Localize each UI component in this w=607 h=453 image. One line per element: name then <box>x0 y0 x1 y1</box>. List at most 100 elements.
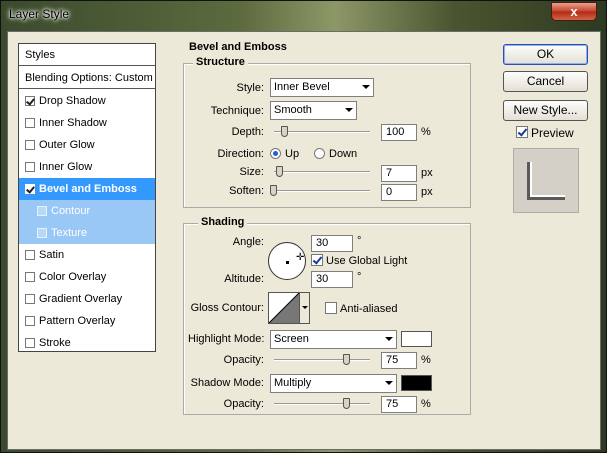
soften-slider-track[interactable] <box>274 190 370 192</box>
angle-dial[interactable]: ✛ <box>268 242 306 280</box>
dialog-body: Styles Blending Options: Custom Drop Sha… <box>7 31 601 450</box>
angle-label: Angle: <box>232 236 264 248</box>
highlight-opacity-input[interactable]: 75 <box>381 352 417 369</box>
style-item-label: Gradient Overlay <box>39 293 123 305</box>
style-item-stroke[interactable]: Stroke <box>19 332 155 354</box>
section-title: Bevel and Emboss <box>189 41 287 53</box>
depth-slider-track[interactable] <box>274 131 370 133</box>
style-item-label: Drop Shadow <box>39 95 106 107</box>
style-item-label: Texture <box>51 227 88 239</box>
style-item-label: Stroke <box>39 337 71 349</box>
angle-dial-center <box>286 261 289 264</box>
style-item-checkbox[interactable] <box>37 228 47 238</box>
style-item-checkbox[interactable] <box>25 162 35 172</box>
gloss-contour-dropdown[interactable] <box>299 292 310 324</box>
style-item-contour[interactable]: Contour <box>19 200 155 222</box>
shadow-opacity-track[interactable] <box>274 403 370 405</box>
preview-checkbox[interactable] <box>516 126 528 138</box>
shadow-opacity-label: Opacity: <box>223 398 264 410</box>
direction-up-radio[interactable] <box>270 148 281 159</box>
structure-title: Structure <box>193 56 248 68</box>
size-slider-thumb[interactable] <box>276 166 283 177</box>
style-item-color-overlay[interactable]: Color Overlay <box>19 266 155 288</box>
size-label: Size: <box>239 166 264 178</box>
anti-aliased-label: Anti-aliased <box>340 303 398 315</box>
style-item-label: Contour <box>51 205 91 217</box>
highlight-opacity-track[interactable] <box>274 359 370 361</box>
angle-input[interactable]: 30 <box>311 235 353 252</box>
angle-unit: ° <box>357 235 362 247</box>
soften-slider-thumb[interactable] <box>270 185 277 196</box>
style-item-label: Bevel and Emboss <box>39 183 137 195</box>
style-label: Style: <box>236 82 264 94</box>
soften-input[interactable]: 0 <box>381 184 417 201</box>
window-title: Layer Style <box>9 7 70 21</box>
size-unit: px <box>421 167 433 179</box>
chevron-down-icon <box>362 85 370 89</box>
style-item-texture[interactable]: Texture <box>19 222 155 244</box>
highlight-mode-select[interactable]: Screen <box>270 330 397 349</box>
crosshair-icon: ✛ <box>296 252 305 263</box>
style-item-drop-shadow[interactable]: Drop Shadow <box>19 90 155 112</box>
new-style-button[interactable]: New Style... <box>503 100 588 121</box>
direction-label: Direction: <box>217 148 264 160</box>
shadow-opacity-input[interactable]: 75 <box>381 396 417 413</box>
style-select[interactable]: Inner Bevel <box>270 78 374 97</box>
highlight-mode-value: Screen <box>274 333 309 345</box>
style-item-checkbox[interactable] <box>25 316 35 326</box>
anti-aliased-checkbox[interactable] <box>325 302 337 314</box>
direction-down-radio[interactable] <box>314 148 325 159</box>
direction-up-label: Up <box>285 148 300 160</box>
style-item-label: Outer Glow <box>39 139 95 151</box>
preview-label: Preview <box>531 126 574 140</box>
depth-input[interactable]: 100 <box>381 124 417 141</box>
depth-slider-thumb[interactable] <box>281 126 288 137</box>
chevron-down-icon <box>345 108 353 112</box>
technique-label: Technique: <box>210 105 264 117</box>
use-global-light-checkbox[interactable] <box>311 254 323 266</box>
style-item-checkbox[interactable] <box>25 250 35 260</box>
style-item-inner-glow[interactable]: Inner Glow <box>19 156 155 178</box>
style-item-pattern-overlay[interactable]: Pattern Overlay <box>19 310 155 332</box>
style-item-checkbox[interactable] <box>25 140 35 150</box>
style-item-satin[interactable]: Satin <box>19 244 155 266</box>
technique-select-value: Smooth <box>274 104 312 116</box>
gloss-contour-picker[interactable] <box>268 292 300 324</box>
highlight-color-swatch[interactable] <box>401 331 432 347</box>
soften-unit: px <box>421 186 433 198</box>
style-item-checkbox[interactable] <box>25 294 35 304</box>
technique-select[interactable]: Smooth <box>270 101 357 120</box>
style-item-checkbox[interactable] <box>25 118 35 128</box>
style-item-checkbox[interactable] <box>25 272 35 282</box>
ok-button[interactable]: OK <box>503 44 588 65</box>
altitude-input[interactable]: 30 <box>311 271 353 288</box>
style-select-value: Inner Bevel <box>274 81 330 93</box>
style-item-bevel-and-emboss[interactable]: Bevel and Emboss <box>19 178 155 200</box>
styles-header[interactable]: Styles <box>19 44 155 66</box>
close-button[interactable]: x <box>551 2 597 21</box>
gloss-contour-label: Gloss Contour: <box>190 302 264 314</box>
blending-options-item[interactable]: Blending Options: Custom <box>19 67 155 89</box>
highlight-opacity-thumb[interactable] <box>343 354 350 365</box>
shadow-opacity-thumb[interactable] <box>343 398 350 409</box>
style-item-checkbox[interactable] <box>25 96 35 106</box>
style-item-label: Inner Shadow <box>39 117 107 129</box>
style-item-gradient-overlay[interactable]: Gradient Overlay <box>19 288 155 310</box>
shadow-mode-select[interactable]: Multiply <box>270 374 397 393</box>
style-item-outer-glow[interactable]: Outer Glow <box>19 134 155 156</box>
cancel-button[interactable]: Cancel <box>503 71 588 92</box>
size-input[interactable]: 7 <box>381 165 417 182</box>
chevron-down-icon <box>385 337 393 341</box>
style-item-checkbox[interactable] <box>25 184 35 194</box>
size-slider-track[interactable] <box>274 171 370 173</box>
style-item-checkbox[interactable] <box>25 338 35 348</box>
shadow-color-swatch[interactable] <box>401 375 432 391</box>
altitude-label: Altitude: <box>224 273 264 285</box>
direction-down-label: Down <box>329 148 358 160</box>
style-item-inner-shadow[interactable]: Inner Shadow <box>19 112 155 134</box>
title-bar[interactable]: Layer Style x <box>1 1 606 29</box>
shading-title: Shading <box>198 216 248 228</box>
style-item-checkbox[interactable] <box>37 206 47 216</box>
highlight-opacity-unit: % <box>421 354 431 366</box>
altitude-unit: ° <box>357 271 362 283</box>
